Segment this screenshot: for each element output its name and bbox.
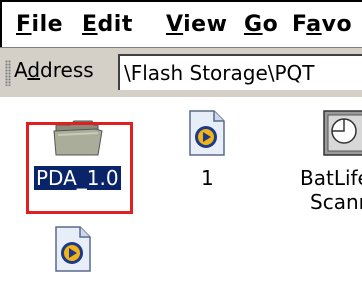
highlight-box bbox=[26, 122, 133, 214]
menu-bar: File Edit View Go Favo bbox=[0, 0, 362, 47]
address-input[interactable]: \Flash Storage\PQT bbox=[118, 54, 362, 90]
menu-favorites[interactable]: Favo bbox=[292, 12, 352, 37]
item-label-1[interactable]: 1 bbox=[201, 166, 214, 190]
media-file-icon[interactable] bbox=[186, 109, 228, 161]
application-icon[interactable] bbox=[322, 109, 362, 163]
address-path: \Flash Storage\PQT bbox=[124, 61, 315, 85]
menu-view[interactable]: View bbox=[166, 12, 227, 37]
menu-file[interactable]: File bbox=[16, 12, 63, 37]
toolbar-grip[interactable] bbox=[5, 60, 11, 86]
item-label-batlife-line1[interactable]: BatLife bbox=[300, 166, 362, 190]
address-label: Address bbox=[14, 58, 94, 82]
item-label-batlife-line2[interactable]: Scann bbox=[310, 190, 362, 214]
menu-go[interactable]: Go bbox=[244, 12, 278, 37]
address-bar: Address \Flash Storage\PQT bbox=[0, 47, 362, 97]
menu-edit[interactable]: Edit bbox=[82, 12, 133, 37]
media-file-icon[interactable] bbox=[52, 225, 94, 277]
